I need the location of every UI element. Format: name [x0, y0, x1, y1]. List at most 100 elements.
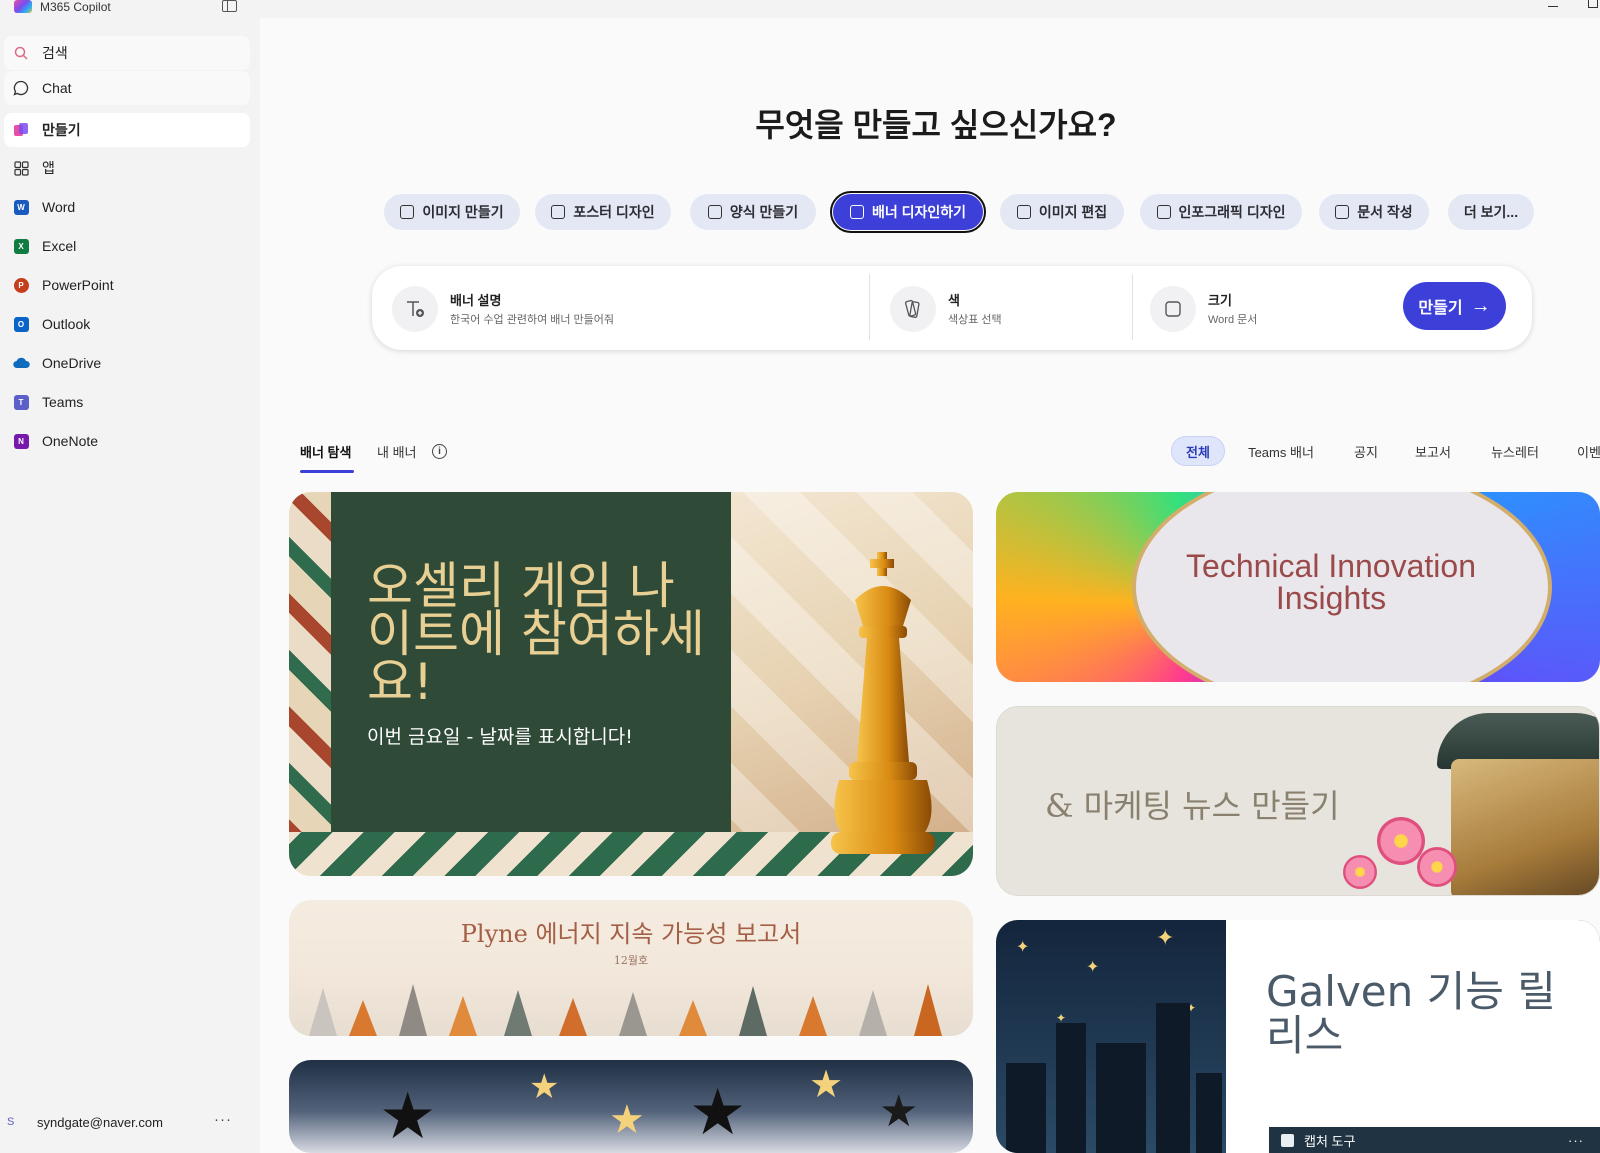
chip-image-edit[interactable]: 이미지 편집	[1000, 194, 1124, 230]
chip-more[interactable]: 더 보기...	[1448, 194, 1534, 230]
card-title: Technical Innovation Insights	[1186, 548, 1476, 616]
page-title: 무엇을 만들고 싶으신가요?	[755, 107, 1117, 143]
sidebar-item-powerpoint[interactable]: P PowerPoint	[4, 268, 250, 302]
create-button[interactable]: 만들기 →	[1403, 282, 1506, 330]
minimize-icon[interactable]	[1548, 6, 1558, 7]
outlook-icon: O	[12, 315, 30, 333]
chip-infographic-design[interactable]: 인포그래픽 디자인	[1140, 194, 1302, 230]
onedrive-icon	[12, 354, 30, 372]
snipping-tool-icon	[1281, 1133, 1294, 1147]
chip-label: 인포그래픽 디자인	[1178, 204, 1286, 220]
banner-card-marketing[interactable]: & 마케팅 뉴스 만들기	[996, 706, 1600, 896]
chip-write-document[interactable]: 문서 작성	[1319, 194, 1429, 230]
toggle-sidebar-icon[interactable]	[222, 0, 237, 12]
size-select[interactable]: Word 문서	[1208, 311, 1257, 327]
filter-report[interactable]: 보고서	[1410, 436, 1456, 466]
sidebar-item-onenote[interactable]: N OneNote	[4, 424, 250, 458]
color-label: 색	[948, 293, 960, 308]
sidebar-item-label: Teams	[42, 394, 84, 410]
star-icon: ✦	[1086, 959, 1100, 976]
palette-icon[interactable]	[890, 286, 936, 332]
chip-create-image[interactable]: 이미지 만들기	[384, 194, 520, 230]
building-icon	[1156, 1003, 1190, 1153]
star-icon: ★	[689, 1076, 747, 1148]
filter-event[interactable]: 이벤	[1574, 436, 1600, 466]
more-options-icon[interactable]: ···	[214, 1111, 232, 1128]
tree-icon	[504, 990, 532, 1036]
description-input[interactable]: 한국어 수업 관련하여 배너 만들어줘	[450, 311, 614, 327]
chip-banner-design[interactable]: 배너 디자인하기	[830, 191, 986, 233]
capture-tool-bar[interactable]: 캡처 도구 ···	[1269, 1127, 1600, 1153]
sidebar-search[interactable]: 검색	[4, 36, 250, 70]
star-icon: ★	[609, 1098, 645, 1142]
card-title: Plyne 에너지 지속 가능성 보고서	[460, 920, 802, 948]
sidebar: 검색 Chat 만들기 앱 W Word X Excel P PowerPoin…	[0, 18, 260, 1153]
create-button-label: 만들기	[1418, 300, 1463, 317]
banner-card-othello[interactable]: 오셀리 게임 나이트에 참여하세요! 이번 금요일 - 날짜를 표시합니다!	[289, 492, 973, 876]
chip-label: 배너 디자인하기	[871, 204, 967, 220]
sidebar-item-word[interactable]: W Word	[4, 190, 250, 224]
filter-teams-banner[interactable]: Teams 배너	[1243, 436, 1319, 466]
sidebar-search-label: 검색	[42, 45, 68, 61]
sidebar-item-label: PowerPoint	[42, 277, 114, 293]
tree-icon	[349, 1000, 377, 1036]
color-picker[interactable]: 색상표 선택	[948, 311, 1002, 327]
tab-explore-banners[interactable]: 배너 탐색	[300, 442, 351, 461]
star-icon: ★	[379, 1080, 437, 1152]
banner-card-tech[interactable]: Technical Innovation Insights	[996, 492, 1600, 682]
tab-my-banners[interactable]: 내 배너	[377, 442, 417, 461]
infographic-icon	[1156, 205, 1171, 219]
banner-card-plyne[interactable]: Plyne 에너지 지속 가능성 보고서 12월호	[289, 900, 973, 1036]
sidebar-item-outlook[interactable]: O Outlook	[4, 307, 250, 341]
banner-icon	[849, 205, 864, 219]
tree-icon	[739, 986, 767, 1036]
sidebar-item-label: Word	[42, 199, 76, 215]
powerpoint-icon: P	[12, 276, 30, 294]
sidebar-item-label: OneNote	[42, 433, 99, 449]
sidebar-item-teams[interactable]: T Teams	[4, 385, 250, 419]
filter-all[interactable]: 전체	[1171, 436, 1225, 466]
banner-card-stars[interactable]: ★ ★ ★ ★ ★ ★	[289, 1060, 973, 1153]
filter-notice[interactable]: 공지	[1348, 436, 1384, 466]
sidebar-item-apps[interactable]: 앱	[4, 151, 250, 185]
search-icon	[12, 44, 30, 62]
sidebar-item-label: OneDrive	[42, 355, 102, 371]
chip-poster-design[interactable]: 포스터 디자인	[535, 194, 671, 230]
account-row[interactable]: S syndgate@naver.com ···	[0, 1111, 250, 1134]
size-square-icon[interactable]	[1150, 286, 1196, 332]
chip-label: 이미지 만들기	[422, 204, 504, 220]
sidebar-item-chat[interactable]: Chat	[4, 71, 250, 105]
sidebar-item-label: Excel	[42, 238, 77, 254]
filter-newsletter[interactable]: 뉴스레터	[1486, 436, 1544, 466]
banner-card-galven[interactable]: Galven 기능 릴리스 ✦ ✦ ✦ ✦ ✦	[996, 920, 1600, 1153]
chip-create-form[interactable]: 양식 만들기	[690, 194, 816, 230]
tree-icon	[309, 988, 337, 1036]
word-doc-icon	[1335, 205, 1350, 219]
card-subtitle: 이번 금요일 - 날짜를 표시합니다!	[367, 726, 633, 748]
chip-label: 이미지 편집	[1038, 204, 1108, 220]
description-label: 배너 설명	[450, 293, 502, 308]
sidebar-item-excel[interactable]: X Excel	[4, 229, 250, 263]
star-icon: ★	[529, 1068, 560, 1106]
arrow-right-icon: →	[1470, 294, 1491, 317]
text-add-icon	[392, 286, 438, 332]
star-icon: ★	[879, 1087, 919, 1136]
sidebar-item-create[interactable]: 만들기	[4, 113, 250, 147]
excel-icon: X	[12, 237, 30, 255]
card-subtitle: 12월호	[613, 954, 649, 967]
tree-icon	[449, 996, 477, 1036]
info-icon[interactable]: i	[432, 444, 447, 459]
maximize-icon[interactable]	[1588, 0, 1598, 8]
more-options-icon[interactable]: ···	[1568, 1133, 1584, 1148]
banner-prompt-card: 배너 설명 한국어 수업 관련하여 배너 만들어줘 색 색상표 선택 크기 Wo…	[372, 266, 1532, 350]
sidebar-item-onedrive[interactable]: OneDrive	[4, 346, 250, 380]
image-icon	[400, 205, 415, 219]
flower-icon	[1343, 855, 1377, 889]
active-tab-indicator	[300, 470, 354, 473]
word-icon: W	[12, 198, 30, 216]
flower-icon	[1417, 847, 1457, 887]
image-edit-icon	[1016, 205, 1031, 219]
app-title: M365 Copilot	[40, 0, 111, 14]
user-email: syndgate@naver.com	[37, 1115, 163, 1130]
building-icon	[1096, 1043, 1146, 1153]
